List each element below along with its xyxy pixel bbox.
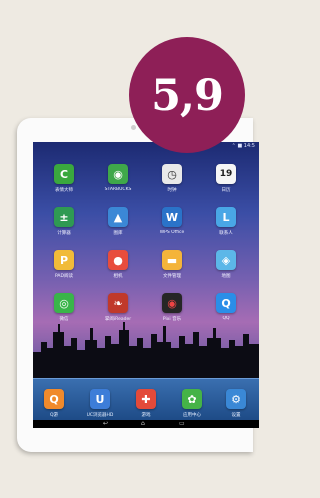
camera-icon: ●	[108, 250, 128, 270]
map-icon: ◈	[216, 250, 236, 270]
tablet-screen: ⌃ ■ 14:5 C 表情大师 ◉ STARBUCKS ◷ 时钟 19 日历 ±…	[33, 142, 259, 428]
app-icon[interactable]: ◈ 地图	[211, 250, 241, 279]
settings-icon: ⚙	[226, 389, 246, 409]
music-icon: ◉	[162, 293, 182, 313]
app-icon[interactable]: ▬ 文件管理	[157, 250, 187, 279]
app-icon[interactable]: ± 计算器	[49, 207, 79, 236]
app-icon[interactable]: ◷ 时钟	[157, 164, 187, 193]
city-skyline	[33, 322, 259, 378]
back-icon[interactable]: ↩	[103, 420, 108, 428]
status-bar: ⌃ ■ 14:5	[231, 143, 255, 149]
gamepad-icon: ✚	[136, 389, 156, 409]
dock-app-icon[interactable]: Q Q游	[39, 389, 69, 418]
app-label: 计算器	[57, 231, 71, 236]
dock-app-icon[interactable]: ⚙ 设置	[221, 389, 251, 418]
gallery-icon: ▲	[108, 207, 128, 227]
price-badge: 5,9	[129, 37, 245, 153]
dock-app-label: UC浏览器HD	[86, 413, 114, 418]
wechat-icon: ◎	[54, 293, 74, 313]
app-icon[interactable]: ● 相机	[103, 250, 133, 279]
clock-icon: ◷	[162, 164, 182, 184]
app-label: 表情大师	[55, 188, 73, 193]
app-label: STARBUCKS	[104, 187, 132, 192]
app-icon[interactable]: L 联系人	[211, 207, 241, 236]
front-camera	[131, 125, 136, 130]
app-icon[interactable]: ▲ 图库	[103, 207, 133, 236]
app-label: 图库	[113, 231, 123, 236]
app-label: 文件管理	[163, 274, 181, 279]
game-center-icon: Q	[44, 389, 64, 409]
dock-app-icon[interactable]: ✿ 应用中心	[177, 389, 207, 418]
dock-app-label: 设置	[231, 413, 241, 418]
app-label: 地图	[221, 274, 231, 279]
reader-icon: P	[54, 250, 74, 270]
green-circle-icon: C	[54, 164, 74, 184]
dock-bar: Q Q游 U UC浏览器HD ✚ 游戏 ✿ 应用中心 ⚙ 设置	[33, 378, 259, 421]
app-label: 相机	[113, 274, 123, 279]
app-icon[interactable]: W WPS Office	[157, 207, 187, 235]
ireader-icon: ❧	[108, 293, 128, 313]
calendar-icon: 19	[216, 164, 236, 184]
wps-icon: W	[162, 207, 182, 227]
calculator-icon: ±	[54, 207, 74, 227]
folder-icon: ▬	[162, 250, 182, 270]
uc-browser-icon: U	[90, 389, 110, 409]
dock-app-icon[interactable]: U UC浏览器HD	[85, 389, 115, 418]
app-label: WPS Office	[159, 230, 185, 235]
app-label: 日历	[221, 188, 231, 193]
app-icon[interactable]: Q QQ	[211, 293, 241, 321]
badge-text: 5,9	[151, 71, 224, 121]
app-label: 时钟	[167, 188, 177, 193]
recent-apps-icon[interactable]: ▭	[179, 420, 185, 428]
app-icon[interactable]: P PAD阅读	[49, 250, 79, 279]
app-store-icon: ✿	[182, 389, 202, 409]
wifi-icon: ◉	[108, 164, 128, 184]
qq-icon: Q	[216, 293, 236, 313]
contacts-icon: L	[216, 207, 236, 227]
app-icon[interactable]: C 表情大师	[49, 164, 79, 193]
home-icon[interactable]: ⌂	[141, 420, 145, 428]
navigation-bar: ↩ ⌂ ▭	[33, 420, 259, 428]
dock-app-label: Q游	[49, 413, 59, 418]
dock-app-label: 游戏	[141, 413, 151, 418]
app-label: PAD阅读	[55, 274, 73, 279]
dock-app-icon[interactable]: ✚ 游戏	[131, 389, 161, 418]
app-icon[interactable]: 19 日历	[211, 164, 241, 193]
app-label: 联系人	[219, 231, 233, 236]
dock-app-label: 应用中心	[183, 413, 201, 418]
app-icon[interactable]: ◉ STARBUCKS	[103, 164, 133, 192]
